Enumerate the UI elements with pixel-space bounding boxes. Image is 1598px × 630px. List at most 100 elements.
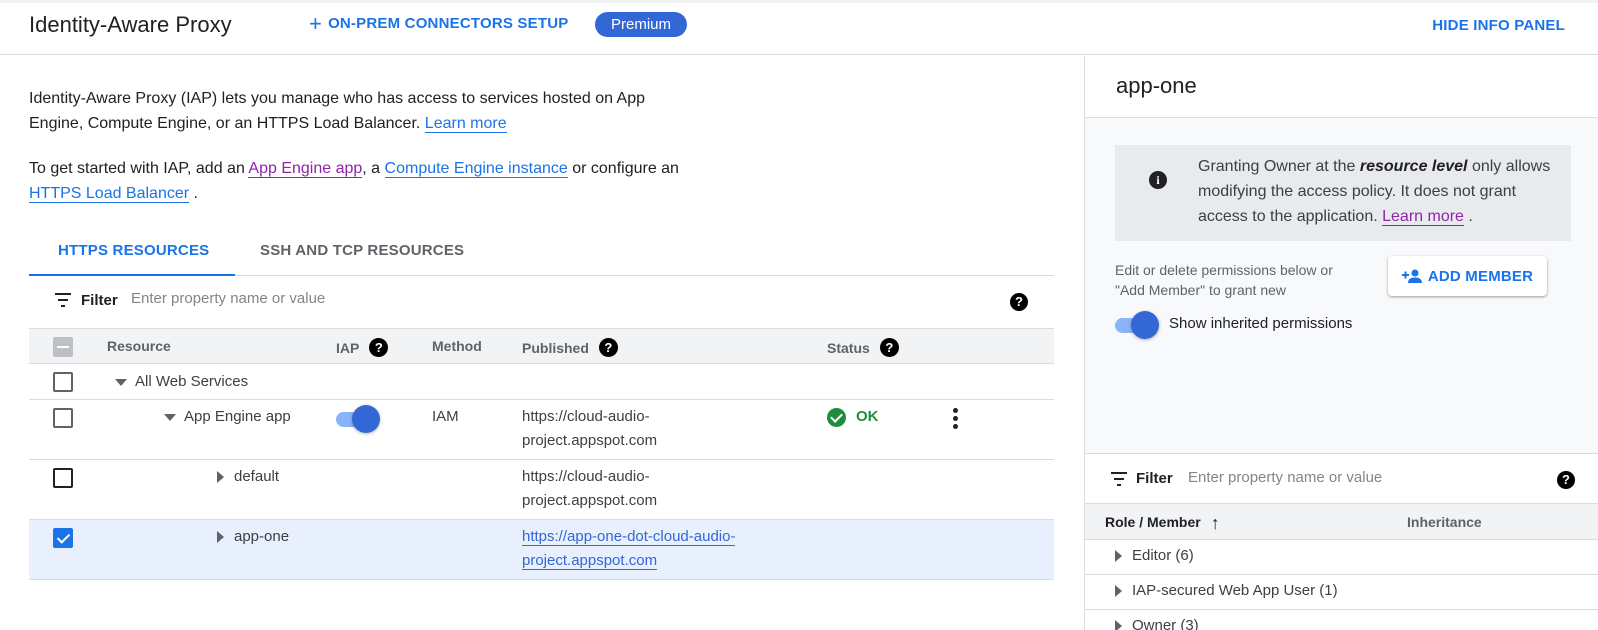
resource-filter: Filter ? (29, 276, 1054, 328)
check-circle-icon (827, 407, 846, 427)
tab-ssh-tcp-resources[interactable]: SSH AND TCP RESOURCES (260, 242, 464, 259)
collapse-icon[interactable] (164, 413, 176, 421)
role-row[interactable]: Editor (6) (1085, 540, 1598, 575)
iap-toggle[interactable] (336, 405, 380, 433)
filter-label: Filter (1136, 470, 1173, 487)
info-panel-title: app-one (1116, 73, 1197, 98)
column-method: Method (432, 338, 482, 354)
person-add-icon (1401, 269, 1422, 283)
resource-cell[interactable]: App Engine app (164, 405, 291, 429)
app-engine-app-link[interactable]: App Engine app (248, 160, 363, 178)
owner-notice-text: Granting Owner at the resource level onl… (1198, 158, 1551, 226)
notice-emphasis: resource level (1359, 158, 1468, 175)
info-panel-body: i Granting Owner at the resource level o… (1085, 118, 1598, 454)
select-all-checkbox[interactable] (53, 337, 73, 357)
expand-icon[interactable] (1115, 620, 1122, 630)
resource-cell[interactable]: All Web Services (115, 370, 248, 394)
column-published-label: Published (522, 339, 589, 356)
resource-name: app-one (234, 528, 290, 545)
table-row: default https://cloud-audio-project.apps… (29, 460, 1054, 520)
add-member-label: ADD MEMBER (1427, 267, 1534, 285)
intro-text: Identity-Aware Proxy (IAP) lets you mana… (29, 86, 679, 136)
hide-info-panel-button[interactable]: HIDE INFO PANEL (1432, 17, 1565, 34)
resource-tabs: HTTPS RESOURCES SSH AND TCP RESOURCES (29, 228, 1054, 276)
top-bar: Identity-Aware Proxy + ON-PREM CONNECTOR… (0, 0, 1598, 55)
column-status-label: Status (827, 339, 870, 356)
expand-icon[interactable] (217, 531, 224, 544)
get-started-text: To get started with IAP, add an App Engi… (29, 156, 679, 206)
row-checkbox[interactable] (53, 408, 73, 428)
row-checkbox[interactable] (53, 528, 73, 548)
resource-name: App Engine app (184, 408, 291, 425)
show-inherited-toggle[interactable] (1115, 311, 1159, 339)
get-started-mid: or configure an (572, 160, 679, 177)
column-inheritance: Inheritance (1407, 514, 1482, 530)
role-name: Editor (6) (1132, 547, 1194, 564)
resource-cell[interactable]: default (217, 465, 279, 489)
on-prem-connectors-setup-label: ON-PREM CONNECTORS SETUP (328, 15, 569, 32)
info-panel: app-one i Granting Owner at the resource… (1084, 56, 1598, 630)
owner-notice: i Granting Owner at the resource level o… (1115, 145, 1571, 241)
column-role-member[interactable]: Role / Member ↑ (1105, 513, 1220, 534)
column-iap: IAP ? (336, 338, 389, 357)
arrow-up-icon: ↑ (1210, 513, 1220, 534)
notice-learn-more-link[interactable]: Learn more (1382, 208, 1464, 226)
notice-start: Granting Owner at the (1198, 158, 1356, 175)
toggle-thumb (1131, 311, 1159, 339)
role-row[interactable]: IAP-secured Web App User (1) (1085, 575, 1598, 610)
get-started-prefix: To get started with IAP, add an (29, 160, 245, 177)
expand-icon[interactable] (1115, 585, 1122, 598)
plus-icon: + (309, 10, 323, 36)
resource-name: default (234, 468, 280, 485)
filter-icon (55, 293, 71, 307)
learn-more-link[interactable]: Learn more (424, 115, 507, 133)
on-prem-connectors-setup-button[interactable]: + ON-PREM CONNECTORS SETUP (309, 10, 569, 36)
published-cell: https://app-one-dot-cloud-audio-project.… (522, 525, 762, 573)
filter-input[interactable] (131, 290, 631, 307)
resource-name: All Web Services (135, 373, 249, 390)
published-cell: https://cloud-audio-project.appspot.com (522, 468, 658, 509)
tab-https-resources[interactable]: HTTPS RESOURCES (58, 242, 209, 259)
compute-engine-instance-link[interactable]: Compute Engine instance (384, 160, 568, 178)
column-iap-label: IAP (336, 339, 360, 356)
published-link[interactable]: https://app-one-dot-cloud-audio-project.… (522, 528, 736, 570)
collapse-icon[interactable] (115, 378, 127, 386)
https-load-balancer-link[interactable]: HTTPS Load Balancer (29, 185, 190, 203)
role-label: IAP-secured Web App User (1) (1115, 582, 1338, 599)
intro-description: Identity-Aware Proxy (IAP) lets you mana… (29, 90, 646, 132)
role-name: Owner (3) (1132, 617, 1199, 630)
add-member-button[interactable]: ADD MEMBER (1388, 256, 1547, 296)
status-cell: OK (827, 405, 879, 429)
table-row: App Engine app IAM https://cloud-audio-p… (29, 400, 1054, 460)
column-resource[interactable]: Resource (107, 338, 171, 354)
resource-cell[interactable]: app-one (217, 525, 289, 549)
role-label: Editor (6) (1115, 547, 1194, 564)
filter-help-icon[interactable]: ? (1010, 293, 1028, 311)
more-vert-icon[interactable] (952, 408, 958, 430)
resources-table: Resource IAP ? Method Published ? Status… (29, 328, 1054, 580)
role-label: Owner (3) (1115, 617, 1199, 630)
info-panel-header: app-one (1085, 56, 1598, 118)
toggle-thumb (352, 405, 380, 433)
roles-table-header: Role / Member ↑ Inheritance (1085, 504, 1598, 540)
row-checkbox[interactable] (53, 468, 73, 488)
page-title: Identity-Aware Proxy (29, 12, 232, 37)
expand-icon[interactable] (217, 471, 224, 484)
permissions-filter-input[interactable] (1188, 469, 1488, 486)
show-inherited-label: Show inherited permissions (1169, 315, 1353, 332)
column-role-member-label: Role / Member (1105, 514, 1201, 530)
get-started-sep: , a (362, 160, 381, 177)
status-ok: OK (856, 408, 879, 425)
column-status: Status ? (827, 338, 899, 357)
published-help-icon[interactable]: ? (598, 338, 618, 357)
premium-badge[interactable]: Premium (595, 12, 688, 37)
iap-help-icon[interactable]: ? (369, 338, 389, 357)
expand-icon[interactable] (1115, 550, 1122, 563)
filter-icon (1111, 472, 1127, 486)
row-checkbox[interactable] (53, 372, 73, 392)
status-help-icon[interactable]: ? (879, 338, 899, 357)
role-name: IAP-secured Web App User (1) (1132, 582, 1338, 599)
published-cell: https://cloud-audio-project.appspot.com (522, 408, 658, 449)
role-row[interactable]: Owner (3) (1085, 610, 1598, 630)
permissions-filter-help-icon[interactable]: ? (1557, 471, 1575, 489)
